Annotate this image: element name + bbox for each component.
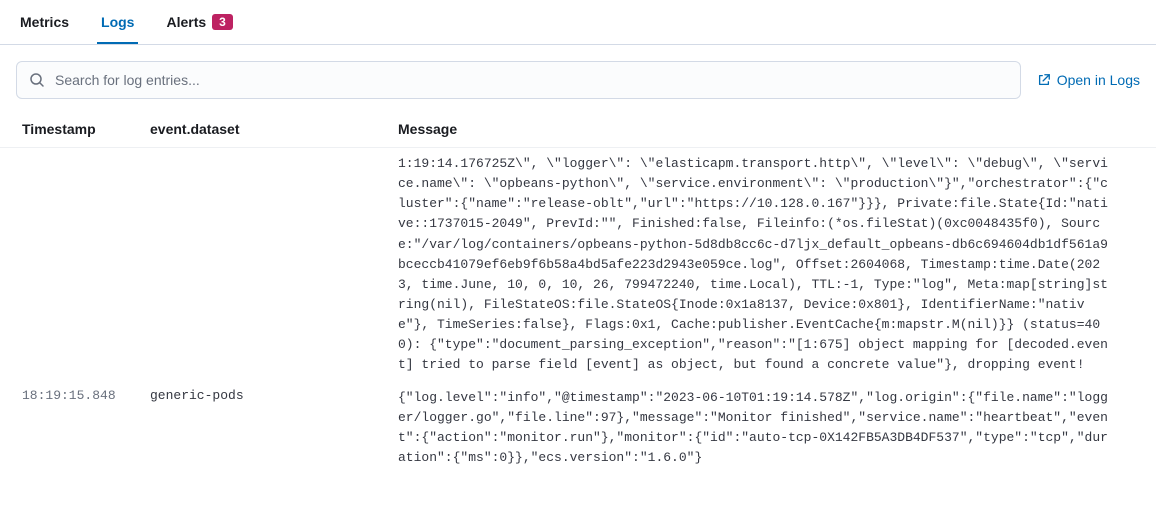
tab-metrics[interactable]: Metrics	[16, 4, 73, 44]
open-in-logs-label: Open in Logs	[1057, 72, 1140, 88]
search-input[interactable]	[55, 72, 1008, 88]
tabs-bar: Metrics Logs Alerts 3	[0, 0, 1156, 45]
tab-metrics-label: Metrics	[20, 14, 69, 30]
search-row: Open in Logs	[0, 45, 1156, 111]
tab-alerts[interactable]: Alerts 3	[162, 4, 236, 44]
column-header-timestamp[interactable]: Timestamp	[22, 121, 150, 137]
column-header-message[interactable]: Message	[398, 121, 1156, 137]
search-box[interactable]	[16, 61, 1021, 99]
table-row[interactable]: 18:19:15.848 generic-pods {"log.level":"…	[0, 382, 1156, 475]
external-link-icon	[1037, 73, 1051, 87]
search-icon	[29, 72, 45, 88]
table-row[interactable]: 1:19:14.176725Z\", \"logger\": \"elastic…	[0, 148, 1156, 382]
tab-logs[interactable]: Logs	[97, 4, 138, 44]
open-in-logs-link[interactable]: Open in Logs	[1037, 72, 1140, 88]
cell-dataset: generic-pods	[150, 388, 398, 403]
tab-logs-label: Logs	[101, 14, 134, 30]
cell-timestamp: 18:19:15.848	[22, 388, 150, 403]
cell-message: {"log.level":"info","@timestamp":"2023-0…	[398, 388, 1134, 469]
alerts-count-badge: 3	[212, 14, 233, 30]
table-header: Timestamp event.dataset Message	[0, 111, 1156, 148]
tab-alerts-label: Alerts	[166, 14, 206, 30]
cell-message: 1:19:14.176725Z\", \"logger\": \"elastic…	[398, 154, 1134, 376]
column-header-dataset[interactable]: event.dataset	[150, 121, 398, 137]
